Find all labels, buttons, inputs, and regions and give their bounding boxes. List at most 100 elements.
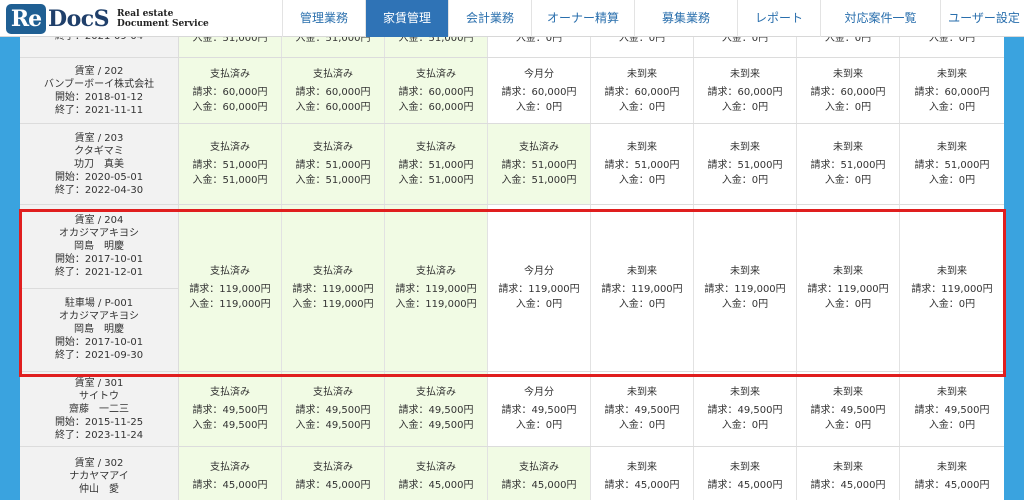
- rent-cell[interactable]: 未到来 請求：51,000円 入金：0円: [900, 124, 1004, 204]
- unit-info-line: 終了：2021-11-11: [54, 104, 144, 116]
- unit-info: 賃室 / 302 ナカヤマアイ 仲山 愛: [20, 447, 179, 500]
- rent-billed-text: 請求：60,000円: [295, 86, 371, 98]
- rent-cell[interactable]: 支払済み 請求：119,000円 入金：119,000円: [282, 205, 385, 371]
- rent-cell[interactable]: 未到来 請求：49,500円 入金：0円: [797, 372, 900, 446]
- redocs-logo[interactable]: Re DocS Real estate Document Service: [6, 3, 209, 35]
- rent-cell[interactable]: 未到来 請求：45,000円: [797, 447, 900, 500]
- rent-billed-text: 請求：45,000円: [501, 480, 577, 491]
- rent-billed-text: 請求：45,000円: [914, 480, 990, 491]
- rent-cell[interactable]: 支払済み 請求：51,000円 入金：51,000円: [385, 124, 488, 204]
- nav-tab-0[interactable]: 管理業務: [282, 0, 365, 37]
- rent-cell[interactable]: 未到来 請求：60,000円 入金：0円: [591, 58, 694, 123]
- nav-tab-6[interactable]: 対応案件一覧: [820, 0, 940, 37]
- unit-info-block[interactable]: 賃室 / 302 ナカヤマアイ 仲山 愛: [20, 447, 178, 500]
- rent-cell[interactable]: 支払済み 請求：60,000円 入金：60,000円: [282, 58, 385, 123]
- rent-table: 終了：2021-09-04入金：51,000円入金：51,000円入金：51,0…: [20, 37, 1004, 500]
- rent-cell[interactable]: 未到来 請求：51,000円 入金：0円: [797, 124, 900, 204]
- rent-received-text: 入金：49,500円: [295, 420, 371, 431]
- nav-tab-7[interactable]: ユーザー設定: [940, 0, 1024, 37]
- rent-cell[interactable]: 未到来 請求：60,000円 入金：0円: [694, 58, 797, 123]
- rent-cell[interactable]: 今月分 請求：60,000円 入金：0円: [488, 58, 591, 123]
- rent-status-text: 未到来: [937, 68, 967, 80]
- rent-cell[interactable]: 入金：0円: [694, 37, 797, 57]
- unit-info-line: バンブーボーイ株式会社: [43, 78, 155, 90]
- rent-cell[interactable]: 入金：51,000円: [282, 37, 385, 57]
- unit-info-line: 終了：2021-12-01: [54, 266, 144, 278]
- rent-cell[interactable]: 支払済み 請求：45,000円: [179, 447, 282, 500]
- rent-cell[interactable]: 支払済み 請求：60,000円 入金：60,000円: [179, 58, 282, 123]
- rent-cell[interactable]: 入金：0円: [900, 37, 1004, 57]
- rent-cell[interactable]: 未到来 請求：45,000円: [694, 447, 797, 500]
- rent-received-text: 入金：51,000円: [192, 175, 268, 186]
- rent-cell[interactable]: 今月分 請求：119,000円 入金：0円: [488, 205, 591, 371]
- unit-info-block[interactable]: 駐車場 / P-001 オカジマアキヨシ 岡島 明慶 開始：2017-10-01 終了：…: [20, 287, 178, 372]
- rent-cell[interactable]: 支払済み 請求：119,000円 入金：119,000円: [179, 205, 282, 371]
- table-row: 賃室 / 204 オカジマアキヨシ 岡島 明慶 開始：2017-10-01 終了：202…: [20, 205, 1004, 372]
- rent-cell[interactable]: 未到来 請求：49,500円 入金：0円: [900, 372, 1004, 446]
- rent-cell[interactable]: 未到来 請求：119,000円 入金：0円: [694, 205, 797, 371]
- table-row: 賃室 / 302 ナカヤマアイ 仲山 愛支払済み 請求：45,000円 支払済み 請求：4…: [20, 447, 1004, 500]
- rent-cell[interactable]: 未到来 請求：119,000円 入金：0円: [591, 205, 694, 371]
- rent-cell[interactable]: 未到来 請求：49,500円 入金：0円: [591, 372, 694, 446]
- rent-cell[interactable]: 未到来 請求：51,000円 入金：0円: [591, 124, 694, 204]
- rent-cell[interactable]: 支払済み 請求：45,000円: [488, 447, 591, 500]
- rent-cell[interactable]: 支払済み 請求：49,500円 入金：49,500円: [385, 372, 488, 446]
- rent-status-text: 未到来: [937, 266, 967, 277]
- rent-status-text: 未到来: [833, 266, 863, 277]
- rent-cell[interactable]: 支払済み 請求：49,500円 入金：49,500円: [179, 372, 282, 446]
- rent-status-text: 未到来: [730, 266, 760, 277]
- rent-cell[interactable]: 入金：0円: [591, 37, 694, 57]
- unit-info: 賃室 / 202 バンブーボーイ株式会社 開始：2018-01-12 終了：2021-…: [20, 58, 179, 123]
- rent-status-text: 未到来: [730, 462, 760, 473]
- logo-docs-text: DocS: [48, 6, 110, 32]
- rent-cell[interactable]: 支払済み 請求：51,000円 入金：51,000円: [488, 124, 591, 204]
- rent-received-text: 入金：49,500円: [398, 420, 474, 431]
- nav-tab-1[interactable]: 家賃管理: [365, 0, 448, 37]
- rent-cell[interactable]: 支払済み 請求：45,000円: [282, 447, 385, 500]
- rent-cell[interactable]: 入金：0円: [797, 37, 900, 57]
- unit-info-line: 功刀 真美: [74, 158, 124, 170]
- rent-received-text: 入金：51,000円: [398, 37, 474, 44]
- rent-cell[interactable]: 未到来 請求：45,000円: [900, 447, 1004, 500]
- rent-cell[interactable]: 未到来 請求：119,000円 入金：0円: [797, 205, 900, 371]
- rent-received-text: 入金：0円: [515, 299, 563, 310]
- rent-cell[interactable]: 入金：0円: [488, 37, 591, 57]
- rent-cell[interactable]: 未到来 請求：49,500円 入金：0円: [694, 372, 797, 446]
- rent-cell[interactable]: 支払済み 請求：45,000円: [385, 447, 488, 500]
- rent-cell[interactable]: 支払済み 請求：51,000円 入金：51,000円: [282, 124, 385, 204]
- rent-status-text: 未到来: [730, 387, 760, 398]
- unit-info-block[interactable]: 賃室 / 301 サイトウ 齋藤 一二三 開始：2015-11-25 終了：2023-1…: [20, 372, 178, 446]
- rent-cell[interactable]: 入金：51,000円: [385, 37, 488, 57]
- rent-status-text: 未到来: [833, 462, 863, 473]
- unit-info-block[interactable]: 賃室 / 203 クタギマミ 功刀 真美 開始：2020-05-01 終了：2022-0…: [20, 124, 178, 204]
- rent-status-text: 未到来: [627, 142, 657, 153]
- nav-tab-5[interactable]: レポート: [737, 0, 820, 37]
- rent-cell[interactable]: 支払済み 請求：51,000円 入金：51,000円: [179, 124, 282, 204]
- nav-tab-2[interactable]: 会計業務: [448, 0, 531, 37]
- rent-cell[interactable]: 未到来 請求：60,000円 入金：0円: [797, 58, 900, 123]
- unit-info-line: 終了：2021-09-04: [55, 37, 143, 43]
- unit-info-line: 終了：2021-09-30: [54, 350, 144, 362]
- table-row: 賃室 / 301 サイトウ 齋藤 一二三 開始：2015-11-25 終了：2023-1…: [20, 372, 1004, 447]
- rent-billed-text: 請求：51,000円: [810, 160, 886, 171]
- rent-cell[interactable]: 未到来 請求：45,000円: [591, 447, 694, 500]
- rent-billed-text: 請求：49,500円: [398, 405, 474, 416]
- unit-info-block[interactable]: 終了：2021-09-04: [20, 37, 178, 57]
- rent-cell[interactable]: 未到来 請求：51,000円 入金：0円: [694, 124, 797, 204]
- rent-cell[interactable]: 支払済み 請求：49,500円 入金：49,500円: [282, 372, 385, 446]
- rent-cell[interactable]: 支払済み 請求：60,000円 入金：60,000円: [385, 58, 488, 123]
- rent-cell[interactable]: 支払済み 請求：119,000円 入金：119,000円: [385, 205, 488, 371]
- nav-tab-4[interactable]: 募集業務: [634, 0, 737, 37]
- rent-cell[interactable]: 未到来 請求：60,000円 入金：0円: [900, 58, 1004, 123]
- rent-status-text: 支払済み: [416, 142, 456, 153]
- unit-info: 賃室 / 301 サイトウ 齋藤 一二三 開始：2015-11-25 終了：2023-1…: [20, 372, 179, 446]
- rent-received-text: 入金：0円: [721, 175, 769, 186]
- nav-tab-3[interactable]: オーナー精算: [531, 0, 634, 37]
- unit-info-block[interactable]: 賃室 / 202 バンブーボーイ株式会社 開始：2018-01-12 終了：2021-…: [20, 58, 178, 123]
- unit-info-block[interactable]: 賃室 / 204 オカジマアキヨシ 岡島 明慶 開始：2017-10-01 終了：202…: [20, 205, 178, 288]
- rent-status-text: 支払済み: [210, 142, 250, 153]
- rent-billed-text: 請求：49,500円: [295, 405, 371, 416]
- rent-cell[interactable]: 今月分 請求：49,500円 入金：0円: [488, 372, 591, 446]
- rent-cell[interactable]: 未到来 請求：119,000円 入金：0円: [900, 205, 1004, 371]
- rent-cell[interactable]: 入金：51,000円: [179, 37, 282, 57]
